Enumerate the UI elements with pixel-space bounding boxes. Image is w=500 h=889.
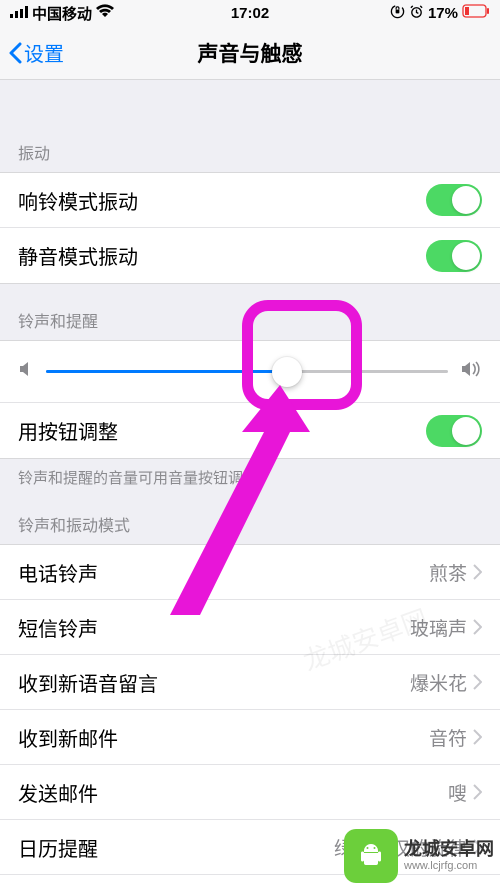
row-value: 音符 (429, 724, 482, 751)
row-sent-mail[interactable]: 发送邮件 嗖 (0, 765, 500, 820)
status-right: 17% (390, 4, 490, 23)
row-label: 响铃模式振动 (18, 186, 138, 215)
signal-icon (10, 5, 28, 22)
row-label: 用按钮调整 (18, 416, 118, 445)
row-label: 日历提醒 (18, 833, 98, 862)
watermark: 龙城安卓网 www.lcjrfg.com (344, 829, 494, 883)
row-label: 静音模式振动 (18, 241, 138, 270)
section-header-vibration: 振动 (0, 116, 500, 172)
battery-percent: 17% (428, 5, 458, 22)
status-left: 中国移动 (10, 3, 114, 24)
chevron-right-icon (473, 619, 482, 635)
wifi-icon (96, 4, 114, 22)
slider-fill (46, 370, 287, 373)
section-header-patterns: 铃声和振动模式 (0, 488, 500, 544)
row-label: 收到新语音留言 (18, 668, 158, 697)
volume-slider[interactable] (46, 370, 448, 373)
back-label: 设置 (24, 38, 64, 67)
back-button[interactable]: 设置 (0, 38, 64, 67)
row-ringtone[interactable]: 电话铃声 煎茶 (0, 545, 500, 600)
chevron-right-icon (473, 729, 482, 745)
section-header-ringtone: 铃声和提醒 (0, 284, 500, 340)
volume-slider-row (0, 341, 500, 403)
row-new-mail[interactable]: 收到新邮件 音符 (0, 710, 500, 765)
switch-ring-vibration[interactable] (426, 184, 482, 216)
orientation-lock-icon (390, 4, 405, 23)
group-vibration: 响铃模式振动 静音模式振动 (0, 172, 500, 284)
switch-change-with-buttons[interactable] (426, 415, 482, 447)
battery-icon (462, 4, 490, 22)
watermark-url: www.lcjrfg.com (404, 860, 494, 872)
page-title: 声音与触感 (198, 38, 303, 68)
status-bar: 中国移动 17:02 17% (0, 0, 500, 26)
alarm-icon (409, 4, 424, 23)
volume-high-icon (460, 360, 482, 383)
row-value: 煎茶 (429, 559, 482, 586)
row-text-tone[interactable]: 短信铃声 玻璃声 (0, 600, 500, 655)
volume-low-icon (18, 360, 34, 383)
row-label: 收到新邮件 (18, 723, 118, 752)
group-ringtone-volume: 用按钮调整 (0, 340, 500, 459)
row-label: 电话铃声 (18, 558, 98, 587)
row-label: 短信铃声 (18, 613, 98, 642)
chevron-left-icon (8, 42, 22, 64)
watermark-logo-icon (344, 829, 398, 883)
status-time: 17:02 (231, 5, 269, 22)
row-silent-vibration[interactable]: 静音模式振动 (0, 228, 500, 283)
row-value: 玻璃声 (410, 614, 482, 641)
chevron-right-icon (473, 674, 482, 690)
slider-thumb[interactable] (272, 357, 302, 387)
section-footer-ringtone: 铃声和提醒的音量可用音量按钮调整。 (0, 459, 500, 488)
nav-bar: 设置 声音与触感 (0, 26, 500, 80)
chevron-right-icon (473, 784, 482, 800)
switch-silent-vibration[interactable] (426, 240, 482, 272)
row-ring-vibration[interactable]: 响铃模式振动 (0, 173, 500, 228)
watermark-text: 龙城安卓网 www.lcjrfg.com (404, 840, 494, 872)
carrier-label: 中国移动 (32, 3, 92, 24)
row-value: 爆米花 (410, 669, 482, 696)
row-voicemail[interactable]: 收到新语音留言 爆米花 (0, 655, 500, 710)
row-label: 发送邮件 (18, 778, 98, 807)
watermark-brand: 龙城安卓网 (404, 840, 494, 860)
chevron-right-icon (473, 564, 482, 580)
row-value: 嗖 (448, 779, 482, 806)
row-change-with-buttons[interactable]: 用按钮调整 (0, 403, 500, 458)
